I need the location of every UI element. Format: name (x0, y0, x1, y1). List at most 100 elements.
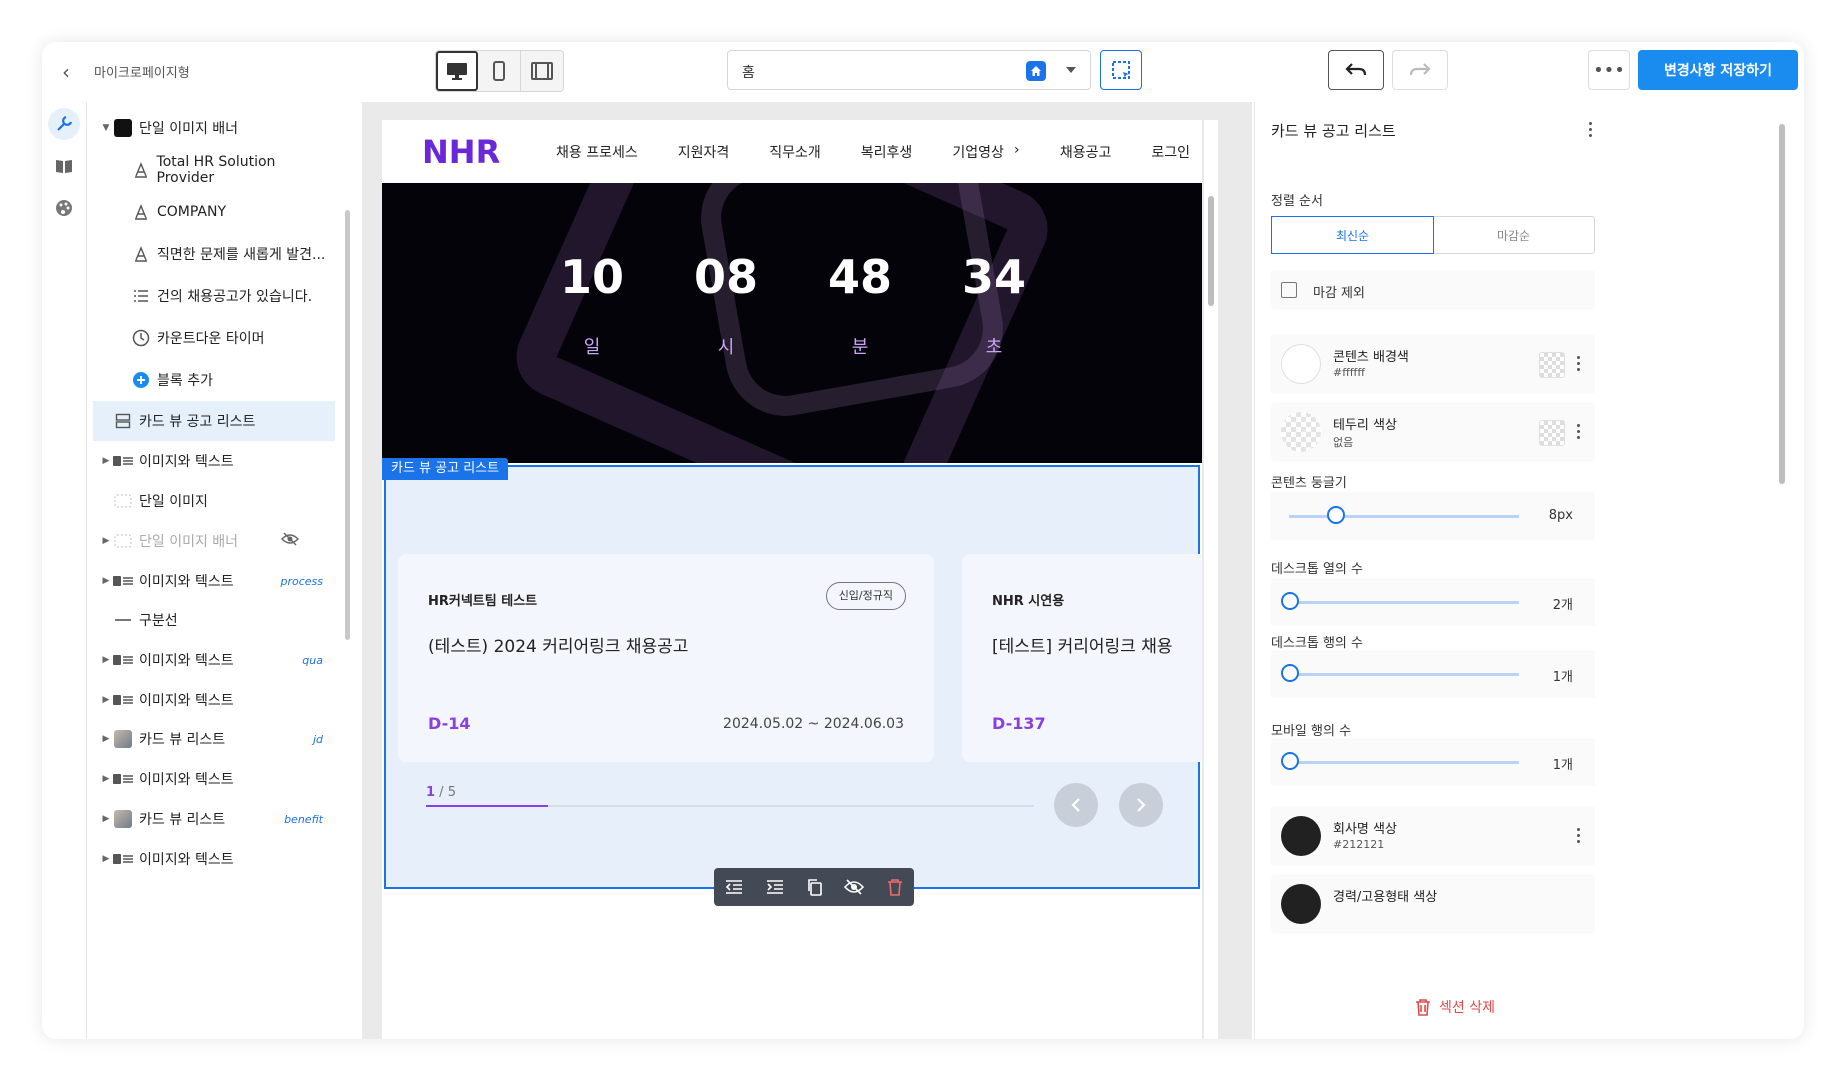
expand-arrow-icon[interactable]: ▶ (99, 774, 113, 784)
expand-arrow-icon[interactable]: ▶ (99, 814, 113, 824)
prev-slide-button[interactable] (1054, 783, 1098, 827)
card-job-list-block[interactable]: HR커넥트팀 테스트 신입/정규직 (테스트) 2024 커리어링크 채용공고 … (384, 465, 1202, 889)
slider-handle[interactable] (1281, 752, 1299, 770)
site-logo-text: NHR (422, 136, 500, 166)
tree-item[interactable]: 건의 채용공고가 있습니다. (93, 276, 335, 316)
site-nav-item[interactable]: 복리후생 (861, 142, 913, 162)
tree-item[interactable]: 카드 뷰 공고 리스트 (93, 401, 335, 441)
career-color-row[interactable]: 경력/고용형태 색상 (1271, 874, 1595, 934)
expand-arrow-icon[interactable]: ▶ (99, 655, 113, 665)
hide-icon[interactable] (844, 879, 865, 895)
tree-item[interactable]: 블록 추가 (93, 360, 335, 400)
panel-scrollbar[interactable] (1775, 102, 1789, 1039)
tree-item[interactable]: ▶ 단일 이미지 배너 (93, 521, 335, 561)
tree-item-label: 카드 뷰 리스트 (139, 812, 226, 828)
site-nav-item[interactable]: 채용공고 (1060, 142, 1112, 162)
rail-theme-button[interactable] (48, 192, 80, 224)
outdent-icon[interactable] (725, 879, 743, 895)
tree-scrollbar[interactable] (342, 102, 352, 1039)
tree-item-label: 단일 이미지 배너 (139, 121, 239, 137)
hidden-eye-icon[interactable] (281, 532, 299, 550)
indent-icon[interactable] (766, 879, 784, 895)
sort-deadline-option[interactable]: 마감순 (1433, 217, 1594, 253)
tree-item[interactable]: ▶ 이미지와 텍스트 (93, 759, 335, 799)
panel-more-icon[interactable] (1589, 122, 1593, 137)
countdown-unit-label: 초 (985, 337, 1003, 358)
tree-item-tag: benefit (284, 812, 323, 826)
mobile-view-button[interactable] (478, 51, 521, 91)
image-text-icon (113, 690, 133, 710)
expand-arrow-icon[interactable]: ▶ (99, 576, 113, 586)
next-slide-button[interactable] (1119, 783, 1163, 827)
slider-handle[interactable] (1327, 506, 1345, 524)
site-logo[interactable]: NHR (422, 133, 514, 171)
desktop-cols-slider[interactable]: 2개 (1271, 578, 1595, 626)
expand-arrow-icon[interactable]: ▶ (99, 695, 113, 705)
slider-handle[interactable] (1281, 592, 1299, 610)
tree-item[interactable]: ▶ 카드 뷰 리스트 benefit (93, 799, 335, 839)
expand-arrow-icon[interactable]: ▶ (99, 536, 113, 546)
redo-button[interactable] (1392, 50, 1448, 90)
tree-item[interactable]: ▼ 단일 이미지 배너 (93, 108, 335, 148)
palette-icon (56, 200, 72, 216)
undo-button[interactable] (1328, 50, 1384, 90)
tree-item[interactable]: COMPANY (93, 192, 335, 232)
border-color-row[interactable]: 테두리 색상 없음 (1271, 402, 1595, 462)
tree-item[interactable]: ▶ 이미지와 텍스트 (93, 839, 335, 879)
canvas-area: NHR 채용 프로세스 지원자격 직무소개 복리후생 기업영상 › 채용공고 로그인 10 일 0… (362, 102, 1252, 1039)
copy-icon[interactable] (806, 878, 822, 896)
page-select[interactable]: 홈 (727, 50, 1091, 90)
select-area-button[interactable] (1100, 50, 1142, 90)
tree-item[interactable]: ▶ 이미지와 텍스트 process (93, 561, 335, 601)
mobile-rows-value: 1개 (1552, 758, 1573, 773)
tree-item[interactable]: ▶ 카드 뷰 리스트 jd (93, 719, 335, 759)
expand-arrow-icon[interactable]: ▶ (99, 734, 113, 744)
tree-item[interactable]: ▶ 이미지와 텍스트 (93, 441, 335, 481)
transparency-icon[interactable] (1539, 420, 1565, 446)
company-color-row[interactable]: 회사명 색상 #212121 (1271, 806, 1595, 866)
tree-item[interactable]: 카운트다운 타이머 (93, 318, 335, 358)
row-more-icon[interactable] (1577, 828, 1581, 843)
site-nav: 채용 프로세스 지원자격 직무소개 복리후생 기업영상 › 채용공고 로그인 (556, 142, 1190, 162)
back-arrow-icon[interactable]: ‹ (54, 60, 78, 84)
save-changes-button[interactable]: 변경사항 저장하기 (1638, 50, 1798, 90)
expand-arrow-icon[interactable]: ▶ (99, 854, 113, 864)
tree-item[interactable]: 구분선 (93, 600, 335, 640)
tree-item[interactable]: ▶ 이미지와 텍스트 qua (93, 640, 335, 680)
job-card[interactable]: NHR 시연용 [테스트] 커리어링크 채용 D-137 (962, 554, 1202, 762)
exclude-closed-checkbox[interactable] (1281, 282, 1297, 298)
content-bg-color-row[interactable]: 콘텐츠 배경색 #ffffff (1271, 334, 1595, 394)
tree-item[interactable]: 직면한 문제를 새롭게 발견... (93, 234, 335, 274)
trash-icon[interactable] (887, 878, 903, 896)
desktop-rows-slider[interactable]: 1개 (1271, 650, 1595, 698)
expand-arrow-icon[interactable]: ▶ (99, 456, 113, 466)
device-switcher (435, 50, 564, 92)
site-nav-item[interactable]: 기업영상 (952, 142, 1004, 162)
split-view-button[interactable] (521, 51, 563, 91)
job-card[interactable]: HR커넥트팀 테스트 신입/정규직 (테스트) 2024 커리어링크 채용공고 … (398, 554, 934, 762)
canvas-scrollbar[interactable] (1204, 120, 1218, 1039)
mobile-rows-slider[interactable]: 1개 (1271, 738, 1595, 786)
radius-slider[interactable]: 8px (1271, 492, 1595, 540)
rail-edit-button[interactable] (48, 108, 80, 140)
row-more-icon[interactable] (1577, 424, 1581, 439)
site-nav-item[interactable]: 지원자격 (678, 142, 730, 162)
delete-section-button[interactable]: 섹션 삭제 (1415, 997, 1495, 1017)
site-nav-item[interactable]: 채용 프로세스 (556, 142, 638, 162)
row-more-icon[interactable] (1577, 356, 1581, 371)
nav-more-chevron-icon[interactable]: › (1014, 142, 1020, 158)
expand-arrow-icon[interactable]: ▼ (99, 123, 113, 133)
slider-handle[interactable] (1281, 664, 1299, 682)
tree-item[interactable]: 단일 이미지 (93, 481, 335, 521)
sort-latest-option[interactable]: 최신순 (1271, 216, 1434, 254)
desktop-view-button[interactable] (436, 51, 478, 91)
rail-pages-button[interactable] (48, 150, 80, 182)
more-options-button[interactable]: ••• (1588, 50, 1630, 90)
card-list-icon (113, 411, 133, 431)
trash-icon (1416, 999, 1430, 1016)
site-nav-item[interactable]: 직무소개 (769, 142, 821, 162)
transparency-icon[interactable] (1539, 352, 1565, 378)
tree-item[interactable]: ▶ 이미지와 텍스트 (93, 680, 335, 720)
site-nav-item[interactable]: 로그인 (1151, 142, 1190, 162)
tree-item[interactable]: Total HR Solution Provider (93, 150, 335, 190)
